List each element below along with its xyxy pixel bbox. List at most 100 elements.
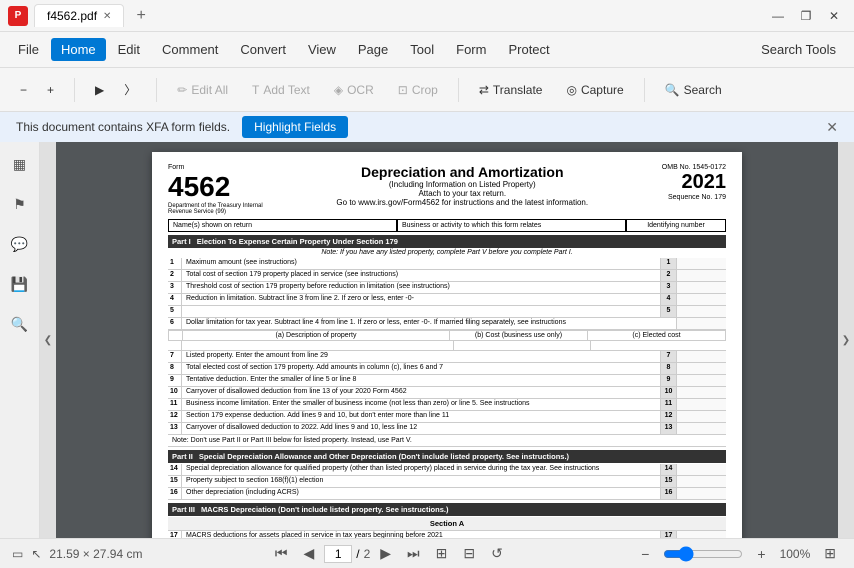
menu-view[interactable]: View bbox=[298, 38, 346, 61]
sidebar-bookmark-icon[interactable]: ⚑ bbox=[6, 190, 34, 218]
select-group: ▶ 〉 bbox=[87, 77, 144, 102]
omb-block: OMB No. 1545-0172 2021 Sequence No. 179 bbox=[662, 164, 726, 215]
form-label: Form bbox=[168, 164, 263, 171]
menu-edit[interactable]: Edit bbox=[108, 38, 150, 61]
search-icon: 🔍 bbox=[665, 83, 680, 97]
table-row: 4 Reduction in limitation. Subtract line… bbox=[168, 294, 726, 306]
cursor-tool-icon[interactable]: ▭ bbox=[12, 547, 23, 561]
select-tool-icon[interactable]: ↖ bbox=[31, 547, 41, 561]
table-row: 7 Listed property. Enter the amount from… bbox=[168, 351, 726, 363]
table-row: 15 Property subject to section 168(f)(1)… bbox=[168, 476, 726, 488]
part-I-header: Part I Election To Expense Certain Prope… bbox=[168, 235, 726, 248]
table-row: 14 Special depreciation allowance for qu… bbox=[168, 464, 726, 476]
translate-btn[interactable]: ⇄ Translate bbox=[471, 79, 551, 101]
col-c-header: (c) Elected cost bbox=[588, 331, 725, 340]
new-tab-button[interactable]: + bbox=[130, 7, 151, 25]
toolbar-sep-4 bbox=[644, 78, 645, 102]
part-I-label: Part I bbox=[172, 237, 191, 246]
table-row: 3 Threshold cost of section 179 property… bbox=[168, 282, 726, 294]
right-panel-toggle[interactable]: ❯ bbox=[838, 142, 854, 538]
part-I-note: Note: If you have any listed property, c… bbox=[168, 249, 726, 256]
doc-viewer: Form 4562 Department of the Treasury Int… bbox=[56, 142, 838, 538]
edit-all-btn[interactable]: ✏ Edit All bbox=[169, 79, 236, 101]
form-header: Form 4562 Department of the Treasury Int… bbox=[168, 164, 726, 215]
fit-page-btn[interactable]: ⊞ bbox=[430, 543, 454, 564]
hand-btn[interactable]: 〉 bbox=[116, 77, 144, 102]
table-row: 6 Dollar limitation for tax year. Subtra… bbox=[168, 318, 726, 330]
zoom-out-btn[interactable]: − bbox=[12, 79, 35, 101]
id-cell: Identifying number bbox=[626, 219, 726, 232]
page-total: 2 bbox=[364, 547, 371, 561]
nav-first-btn[interactable]: ⏮ bbox=[269, 543, 294, 564]
add-text-btn[interactable]: T Add Text bbox=[244, 79, 318, 101]
app-tab[interactable]: f4562.pdf ✕ bbox=[34, 4, 124, 27]
part-I-title: Election To Expense Certain Property Und… bbox=[197, 237, 398, 246]
notification-message: This document contains XFA form fields. bbox=[16, 120, 230, 134]
zoom-in-status-btn[interactable]: + bbox=[751, 544, 771, 564]
form-title-block: Depreciation and Amortization (Including… bbox=[263, 164, 662, 215]
form-year: 2021 bbox=[662, 171, 726, 194]
menu-file[interactable]: File bbox=[8, 38, 49, 61]
part-II-header: Part II Special Depreciation Allowance a… bbox=[168, 450, 726, 463]
minimize-button[interactable]: — bbox=[766, 4, 790, 28]
menu-form[interactable]: Form bbox=[446, 38, 496, 61]
zoom-slider[interactable] bbox=[663, 546, 743, 562]
toolbar: − + ▶ 〉 ✏ Edit All T Add Text ◈ OCR ⊡ Cr… bbox=[0, 68, 854, 112]
table-row: 5 5 bbox=[168, 306, 726, 318]
part-III-label: Part III bbox=[172, 505, 195, 514]
rotate-btn[interactable]: ↺ bbox=[485, 543, 509, 564]
zoom-level: 100% bbox=[780, 547, 811, 561]
fit-mode-btn[interactable]: ⊞ bbox=[818, 543, 842, 564]
capture-btn[interactable]: ◎ Capture bbox=[558, 79, 631, 101]
table-row: 2 Total cost of section 179 property pla… bbox=[168, 270, 726, 282]
part-III-header: Part III MACRS Depreciation (Don't inclu… bbox=[168, 503, 726, 516]
pdf-page: Form 4562 Department of the Treasury Int… bbox=[152, 152, 742, 538]
part-II-label: Part II bbox=[172, 452, 193, 461]
menu-convert[interactable]: Convert bbox=[230, 38, 296, 61]
nav-next-btn[interactable]: ▶ bbox=[374, 543, 397, 564]
col-b-header: (b) Cost (business use only) bbox=[450, 331, 588, 340]
left-panel-toggle[interactable]: ❮ bbox=[40, 142, 56, 538]
sidebar-comment-icon[interactable]: 💬 bbox=[6, 230, 34, 258]
sidebar-pages-icon[interactable]: ▦ bbox=[6, 150, 34, 178]
crop-btn[interactable]: ⊡ Crop bbox=[390, 79, 446, 101]
table-row: 8 Total elected cost of section 179 prop… bbox=[168, 363, 726, 375]
menu-protect[interactable]: Protect bbox=[498, 38, 559, 61]
table-row: 17 MACRS deductions for assets placed in… bbox=[168, 531, 726, 538]
zoom-out-status-btn[interactable]: − bbox=[635, 544, 655, 564]
sidebar-attachment-icon[interactable]: 💾 bbox=[6, 270, 34, 298]
zoom-in-btn[interactable]: + bbox=[39, 79, 62, 101]
menu-page[interactable]: Page bbox=[348, 38, 398, 61]
nav-prev-btn[interactable]: ◀ bbox=[297, 543, 320, 564]
notification-bar: This document contains XFA form fields. … bbox=[0, 112, 854, 142]
section-a-header: Section A bbox=[168, 517, 726, 531]
part-II-title: Special Depreciation Allowance and Other… bbox=[199, 452, 569, 461]
close-button[interactable]: ✕ bbox=[822, 4, 846, 28]
search-btn[interactable]: 🔍 Search bbox=[657, 79, 730, 101]
menu-comment[interactable]: Comment bbox=[152, 38, 228, 61]
capture-icon: ◎ bbox=[566, 83, 576, 97]
zoom-group: − + bbox=[12, 79, 62, 101]
toolbar-sep-3 bbox=[458, 78, 459, 102]
edit-all-icon: ✏ bbox=[177, 83, 187, 97]
sidebar-search-icon[interactable]: 🔍 bbox=[6, 310, 34, 338]
table-row: 9 Tentative deduction. Enter the smaller… bbox=[168, 375, 726, 387]
nav-last-btn[interactable]: ⏭ bbox=[401, 543, 426, 564]
menu-tool[interactable]: Tool bbox=[400, 38, 444, 61]
form-number-block: Form 4562 Department of the Treasury Int… bbox=[168, 164, 263, 215]
restore-button[interactable]: ❐ bbox=[794, 4, 818, 28]
tab-close-btn[interactable]: ✕ bbox=[103, 11, 111, 22]
fit-width-btn[interactable]: ⊟ bbox=[457, 543, 481, 564]
menu-home[interactable]: Home bbox=[51, 38, 106, 61]
translate-icon: ⇄ bbox=[479, 83, 489, 97]
status-dimensions: ▭ ↖ 21.59 × 27.94 cm bbox=[12, 547, 142, 561]
notification-close-btn[interactable]: ✕ bbox=[826, 119, 838, 136]
page-input[interactable] bbox=[324, 545, 352, 563]
highlight-fields-btn[interactable]: Highlight Fields bbox=[242, 116, 348, 138]
menu-search-tools[interactable]: Search Tools bbox=[751, 38, 846, 61]
toolbar-sep-1 bbox=[74, 78, 75, 102]
ocr-btn[interactable]: ◈ OCR bbox=[326, 79, 382, 101]
toolbar-sep-2 bbox=[156, 78, 157, 102]
titlebar: P f4562.pdf ✕ + — ❐ ✕ bbox=[0, 0, 854, 32]
cursor-btn[interactable]: ▶ bbox=[87, 79, 112, 101]
